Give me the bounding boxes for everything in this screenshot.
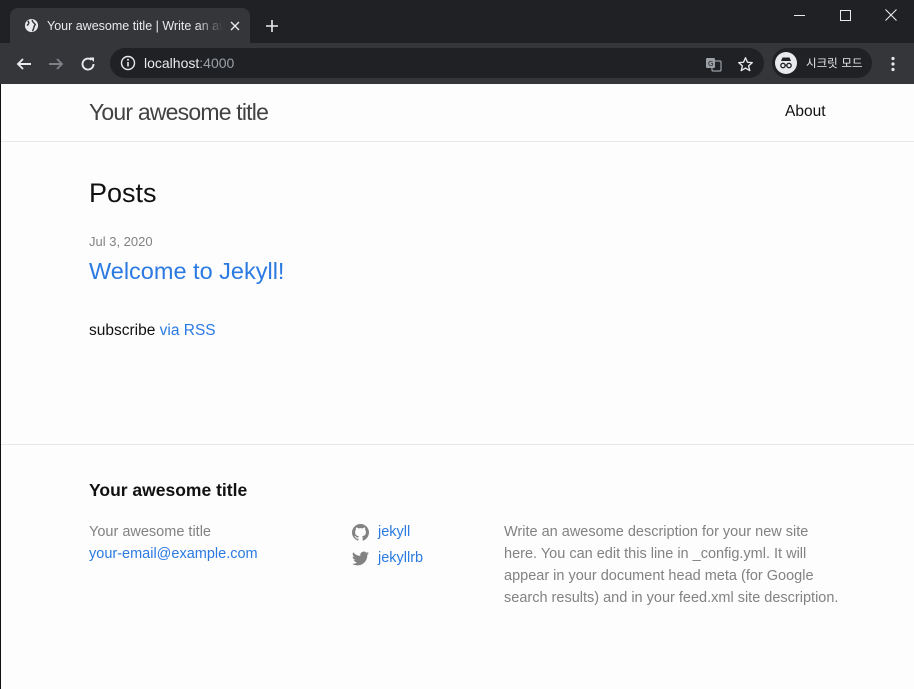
site-footer: Your awesome title Your awesome title yo… <box>1 444 914 689</box>
footer-contact: Your awesome title your-email@example.co… <box>89 521 258 565</box>
svg-text:G: G <box>708 60 713 68</box>
bookmark-star-icon[interactable] <box>736 55 754 73</box>
github-icon <box>352 523 369 541</box>
twitter-label: jekyllrb <box>378 550 424 566</box>
site-header: Your awesome title About <box>1 84 914 142</box>
browser-toolbar: localhost:4000 G 시크릿 모드 <box>0 43 914 84</box>
page-content: Your awesome title About Posts Jul 3, 20… <box>0 84 914 689</box>
more-menu-icon[interactable] <box>883 53 903 75</box>
site-description: Write an awesome description for your ne… <box>504 524 839 606</box>
address-bar[interactable]: localhost:4000 G <box>110 48 764 78</box>
new-tab-button[interactable] <box>262 16 282 36</box>
globe-icon <box>23 18 39 34</box>
browser-window: Your awesome title | Write an awesome de… <box>0 0 914 689</box>
post-title-link[interactable]: Welcome to Jekyll! <box>89 258 284 285</box>
github-label: jekyll <box>378 524 411 540</box>
translate-icon[interactable]: G <box>704 55 722 73</box>
incognito-icon <box>775 52 797 74</box>
info-icon[interactable] <box>120 55 136 71</box>
posts-heading: Posts <box>89 178 157 208</box>
social-link-twitter[interactable]: jekyllrb <box>352 545 423 571</box>
site-title[interactable]: Your awesome title <box>89 99 269 126</box>
url-text: localhost:4000 <box>144 55 235 71</box>
incognito-indicator[interactable]: 시크릿 모드 <box>772 48 872 78</box>
forward-button[interactable] <box>43 51 69 77</box>
close-window-button[interactable] <box>868 0 914 30</box>
social-link-github[interactable]: jekyll <box>352 519 423 545</box>
twitter-icon <box>352 551 369 565</box>
nav-link-about[interactable]: About <box>785 103 826 121</box>
browser-tab[interactable]: Your awesome title | Write an awesome de… <box>10 8 250 43</box>
maximize-button[interactable] <box>822 0 868 30</box>
reload-button[interactable] <box>75 51 101 77</box>
minimize-button[interactable] <box>776 0 822 30</box>
back-button[interactable] <box>11 51 37 77</box>
subscribe-text: subscribe <box>89 322 160 339</box>
tab-strip: Your awesome title | Write an awesome de… <box>0 0 914 43</box>
footer-email-link[interactable]: your-email@example.com <box>89 543 258 565</box>
tab-title: Your awesome title | Write an awesome de… <box>47 18 223 33</box>
subscribe-line: subscribe via RSS <box>89 322 216 340</box>
footer-social: jekyll jekyllrb <box>352 519 423 571</box>
tab-close-icon[interactable] <box>227 18 243 34</box>
footer-name: Your awesome title <box>89 524 211 540</box>
rss-link[interactable]: via RSS <box>160 322 216 339</box>
footer-heading: Your awesome title <box>89 480 248 500</box>
post-date: Jul 3, 2020 <box>89 234 153 249</box>
incognito-label: 시크릿 모드 <box>806 56 863 70</box>
